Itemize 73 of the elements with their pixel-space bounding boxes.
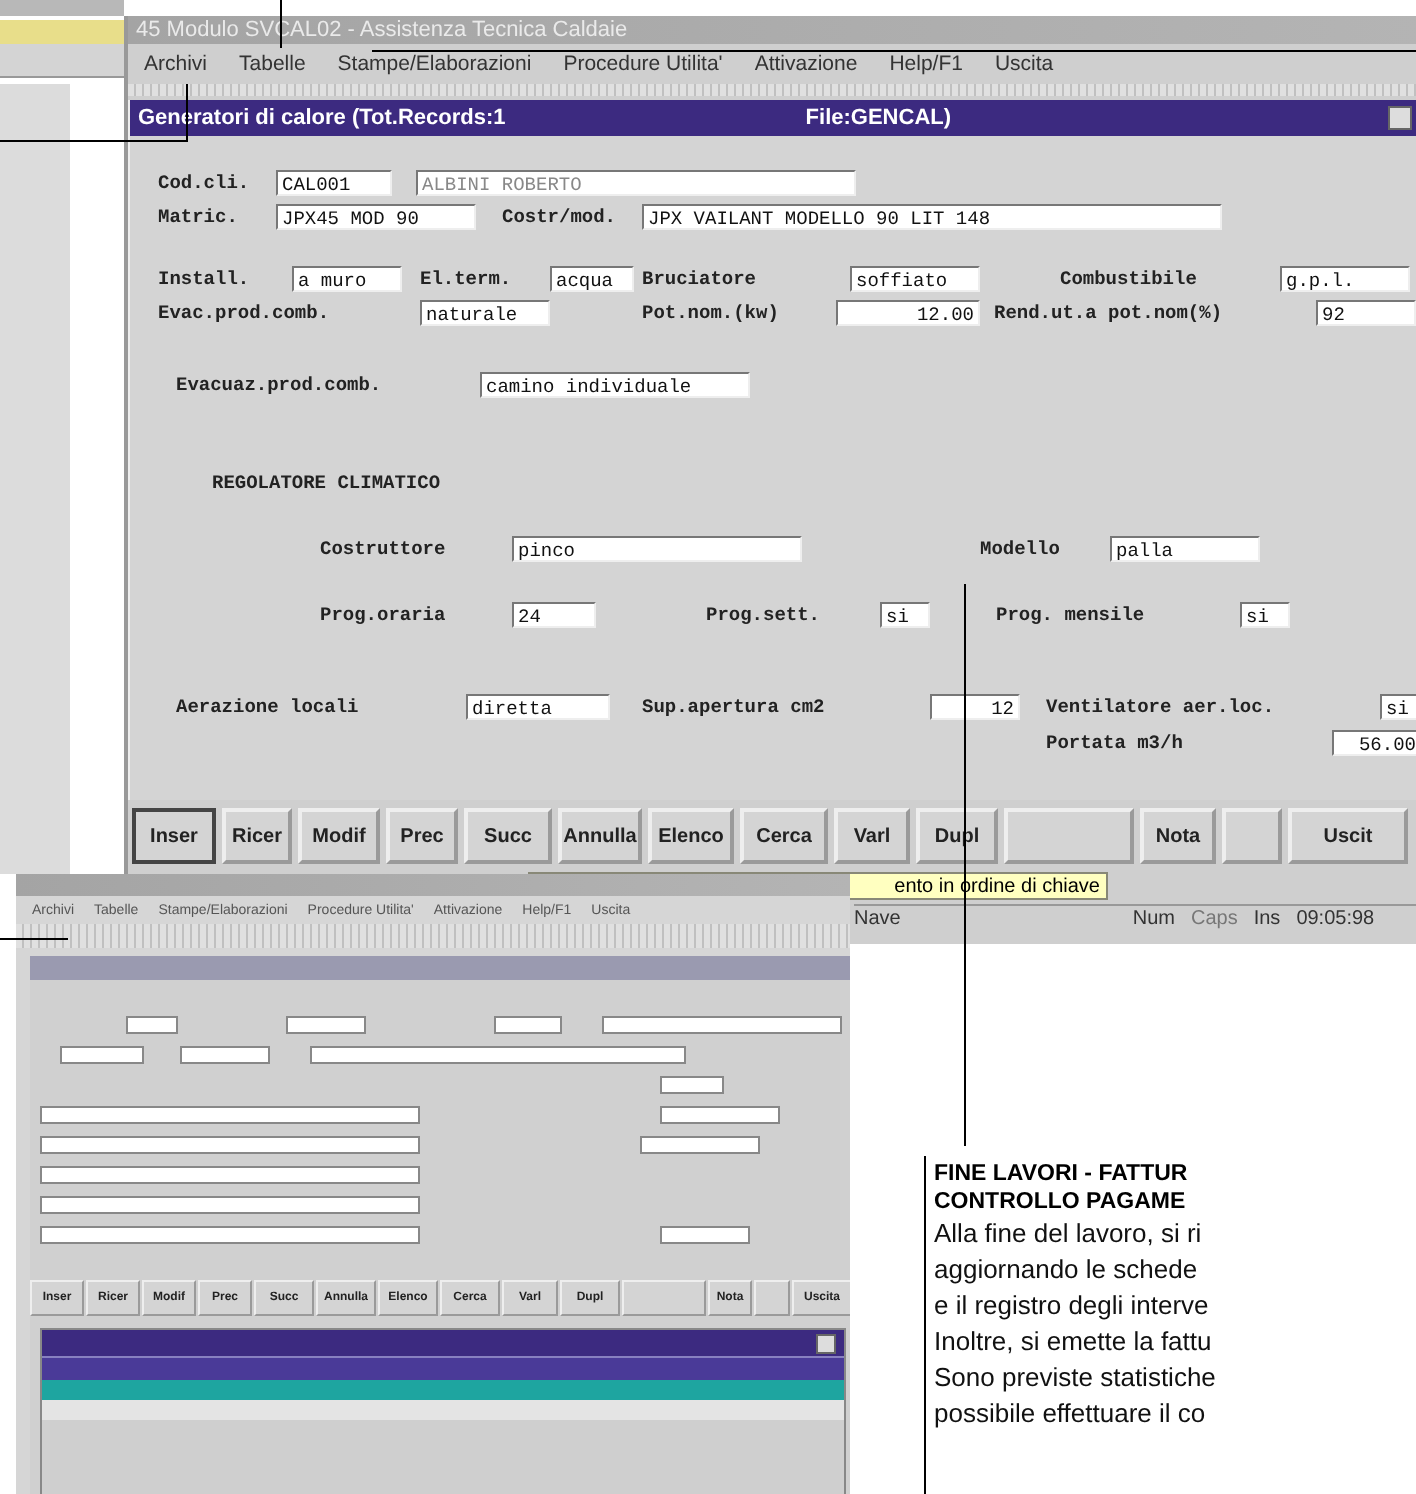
toolbar-button[interactable]: Cerca — [740, 808, 828, 864]
input-field[interactable]: g.p.l. — [1280, 265, 1410, 291]
field-label: Modello — [980, 537, 1062, 559]
article-text: Inoltre, si emette la fattu — [934, 1324, 1214, 1360]
toolbar-button[interactable]: Ricer — [222, 808, 292, 864]
input-field[interactable]: a muro — [292, 265, 402, 291]
article-heading: CONTROLLO PAGAME — [934, 1188, 1188, 1216]
field-label: Rend.ut.a pot.nom(%) — [994, 301, 1225, 323]
toolbar-button[interactable]: Uscit — [1288, 808, 1408, 864]
toolbar-button[interactable]: Varl — [834, 808, 910, 864]
field-label: Pot.nom.(kw) — [642, 301, 781, 323]
input-field[interactable]: 12.00 — [836, 299, 980, 325]
toolbar-button[interactable]: Elenco — [648, 808, 734, 864]
toolbar-button[interactable]: Inser — [132, 808, 216, 864]
field-label: Cod.cli. — [158, 171, 252, 193]
input-field[interactable]: 92 — [1316, 299, 1416, 325]
field-label: Bruciatore — [642, 267, 759, 289]
menu-item[interactable]: Tabelle — [239, 52, 306, 76]
input-field[interactable]: palla — [1110, 535, 1260, 561]
field-label: Install. — [158, 267, 252, 289]
article-heading: FINE LAVORI - FATTUR — [934, 1160, 1190, 1188]
article-text: Sono previste statistiche — [934, 1360, 1218, 1396]
field-label: Costruttore — [320, 537, 448, 559]
article-text: possibile effettuare il co — [934, 1396, 1208, 1432]
field-label: Prog. mensile — [996, 603, 1147, 625]
input-field[interactable]: si — [1380, 693, 1416, 719]
input-field[interactable]: JPX VAILANT MODELLO 90 LIT 148 — [642, 203, 1222, 229]
status-field: Caps — [1190, 906, 1238, 934]
menu-item[interactable]: Archivi — [144, 52, 208, 76]
field-label: Evacuaz.prod.comb. — [176, 373, 384, 395]
field-label: El.term. — [420, 267, 514, 289]
toolbar-button[interactable]: Nota — [1140, 808, 1216, 864]
input-field[interactable]: soffiato — [850, 265, 980, 291]
input-field[interactable]: JPX45 MOD 90 — [276, 203, 476, 229]
input-field[interactable]: naturale — [420, 299, 550, 325]
article-text: Alla fine del lavoro, si ri — [934, 1216, 1204, 1252]
input-field[interactable]: 12 — [930, 693, 1020, 719]
field-label: Portata m3/h — [1046, 731, 1185, 753]
input-field[interactable]: 56.00 — [1332, 729, 1416, 755]
menu-item[interactable]: Attivazione — [754, 52, 858, 76]
status-field: Num — [1132, 906, 1175, 934]
input-field[interactable]: diretta — [466, 693, 610, 719]
toolbar-button[interactable]: Modif — [298, 808, 380, 864]
input-field[interactable]: si — [1240, 601, 1290, 627]
toolbar-button[interactable]: Succ — [464, 808, 552, 864]
field-label: Prog.sett. — [706, 603, 823, 625]
status-field: Ins — [1253, 906, 1281, 934]
input-field[interactable]: acqua — [550, 265, 634, 291]
field-label: Aerazione locali — [176, 695, 361, 717]
menu-item[interactable]: Help/F1 — [889, 52, 963, 76]
field-label: Matric. — [158, 205, 240, 227]
article-text: e il registro degli interve — [934, 1288, 1211, 1324]
field-label: Prog.oraria — [320, 603, 448, 625]
field-label: Sup.apertura cm2 — [642, 695, 827, 717]
input-field[interactable]: 24 — [512, 601, 596, 627]
input-field[interactable]: pinco — [512, 535, 802, 561]
field-label: Evac.prod.comb. — [158, 301, 332, 323]
toolbar-button[interactable]: Prec — [386, 808, 458, 864]
toolbar-button[interactable]: Annulla — [558, 808, 642, 864]
section-heading: REGOLATORE CLIMATICO — [212, 471, 443, 493]
field-label: Costr/mod. — [502, 205, 619, 227]
menu-item[interactable]: Procedure Utilita' — [563, 52, 723, 76]
input-field[interactable]: CAL001 — [276, 169, 392, 195]
input-field[interactable]: camino individuale — [480, 371, 750, 397]
menu-item[interactable]: Uscita — [994, 52, 1054, 76]
menu-item[interactable]: Stampe/Elaborazioni — [337, 52, 532, 76]
field-label: Ventilatore aer.loc. — [1046, 695, 1277, 717]
field-label: Combustibile — [1060, 267, 1199, 289]
status-field: Nave — [854, 906, 901, 934]
file-label: File:GENCAL) — [805, 106, 952, 130]
input-field[interactable]: si — [880, 601, 930, 627]
status-field: 09:05:98 — [1296, 906, 1375, 934]
article-text: aggiornando le schede — [934, 1252, 1200, 1288]
